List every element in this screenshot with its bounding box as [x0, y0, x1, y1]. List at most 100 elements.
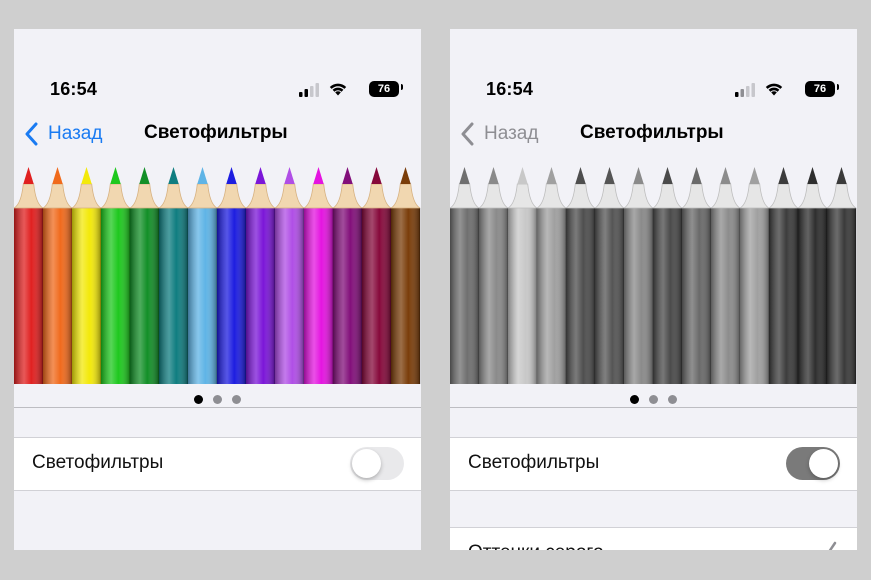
- back-button[interactable]: Назад: [24, 121, 102, 147]
- page-indicator[interactable]: [450, 391, 857, 404]
- pencil: [768, 167, 799, 384]
- pencil-tip: [459, 167, 470, 184]
- pencil-tip: [604, 167, 615, 184]
- pencil-wood: [158, 183, 189, 209]
- pencil-carousel-image[interactable]: [450, 164, 857, 384]
- pencil-shading: [537, 208, 566, 384]
- pencil: [245, 167, 276, 384]
- pencil-wood: [390, 183, 421, 209]
- toggle-knob: [809, 449, 838, 478]
- pencil-wood: [42, 183, 73, 209]
- pencil-wood: [187, 183, 218, 209]
- page-dot-2[interactable]: [213, 395, 222, 404]
- pencil-tip: [255, 167, 266, 184]
- pencil-tip: [778, 167, 789, 184]
- pencil-shading: [682, 208, 711, 384]
- pencil-carousel-image[interactable]: [14, 164, 421, 384]
- pencil: [565, 167, 596, 384]
- cellular-signal-icon: [299, 83, 319, 97]
- pencil: [303, 167, 334, 384]
- pencil: [739, 167, 770, 384]
- pencil-wood: [826, 183, 857, 209]
- page-dot-2[interactable]: [649, 395, 658, 404]
- status-icons: 76: [735, 79, 839, 99]
- pencil-wood: [565, 183, 596, 209]
- pencil: [652, 167, 683, 384]
- pencil-wood: [245, 183, 276, 209]
- pencil: [594, 167, 625, 384]
- pencil: [797, 167, 828, 384]
- page-title: Светофильтры: [580, 122, 724, 143]
- pencil: [478, 167, 509, 384]
- wifi-icon: [329, 83, 347, 96]
- pencil-tip: [488, 167, 499, 184]
- pencil: [826, 167, 857, 384]
- pencil-tip: [691, 167, 702, 184]
- pencil-shading: [740, 208, 769, 384]
- battery-indicator: 76: [805, 81, 835, 97]
- pencil: [187, 167, 218, 384]
- pencil-tip: [342, 167, 353, 184]
- page-indicator[interactable]: [14, 391, 421, 404]
- pencil-wood: [797, 183, 828, 209]
- pencil-shading: [72, 208, 101, 384]
- pencil-tip: [23, 167, 34, 184]
- color-filters-row: Светофильтры: [450, 437, 857, 491]
- pencil-wood: [768, 183, 799, 209]
- pencil: [390, 167, 421, 384]
- color-filters-toggle[interactable]: [350, 447, 404, 480]
- pencil-wood: [274, 183, 305, 209]
- grayscale-option-row[interactable]: Оттенки серого: [450, 527, 857, 550]
- chevron-left-icon: [461, 122, 474, 146]
- settings-screen-color-filters-on: 16:54 76 Назад Светофильтры Светофильтры: [450, 29, 857, 550]
- pencil: [129, 167, 160, 384]
- divider: [14, 407, 421, 408]
- back-button-label: Назад: [48, 123, 103, 144]
- pencil-tip: [836, 167, 847, 184]
- color-filters-row: Светофильтры: [14, 437, 421, 491]
- pencil-wood: [361, 183, 392, 209]
- pencil-wood: [536, 183, 567, 209]
- pencil-tip: [662, 167, 673, 184]
- pencil-shading: [798, 208, 827, 384]
- chevron-left-icon: [25, 122, 38, 146]
- pencil: [361, 167, 392, 384]
- pencil-tip: [575, 167, 586, 184]
- pencil: [623, 167, 654, 384]
- pencil-shading: [43, 208, 72, 384]
- pencil-wood: [507, 183, 538, 209]
- cellular-signal-icon: [735, 83, 755, 97]
- pencil-shading: [101, 208, 130, 384]
- color-filters-toggle[interactable]: [786, 447, 840, 480]
- pencil-wood: [623, 183, 654, 209]
- pencil-tip: [546, 167, 557, 184]
- back-button[interactable]: Назад: [460, 121, 538, 147]
- pencil-wood: [681, 183, 712, 209]
- divider: [450, 407, 857, 408]
- pencil: [100, 167, 131, 384]
- pencil-tip: [110, 167, 121, 184]
- page-dot-3[interactable]: [668, 395, 677, 404]
- pencil-wood: [478, 183, 509, 209]
- pencil: [274, 167, 305, 384]
- pencil-shading: [711, 208, 740, 384]
- pencil-wood: [71, 183, 102, 209]
- page-dot-1[interactable]: [194, 395, 203, 404]
- wifi-icon: [765, 83, 783, 96]
- pencil-wood: [303, 183, 334, 209]
- pencil-shading: [275, 208, 304, 384]
- pencil-shading: [479, 208, 508, 384]
- pencil-wood: [450, 183, 480, 209]
- pencil-wood: [652, 183, 683, 209]
- toggle-knob: [352, 449, 381, 478]
- pencil: [507, 167, 538, 384]
- pencil-shading: [450, 208, 479, 384]
- page-dot-3[interactable]: [232, 395, 241, 404]
- pencil-tip: [81, 167, 92, 184]
- pencil-shading: [362, 208, 391, 384]
- pencil-shading: [391, 208, 420, 384]
- pencil-shading: [130, 208, 159, 384]
- pencil-shading: [159, 208, 188, 384]
- color-filters-label: Светофильтры: [468, 452, 600, 473]
- page-dot-1[interactable]: [630, 395, 639, 404]
